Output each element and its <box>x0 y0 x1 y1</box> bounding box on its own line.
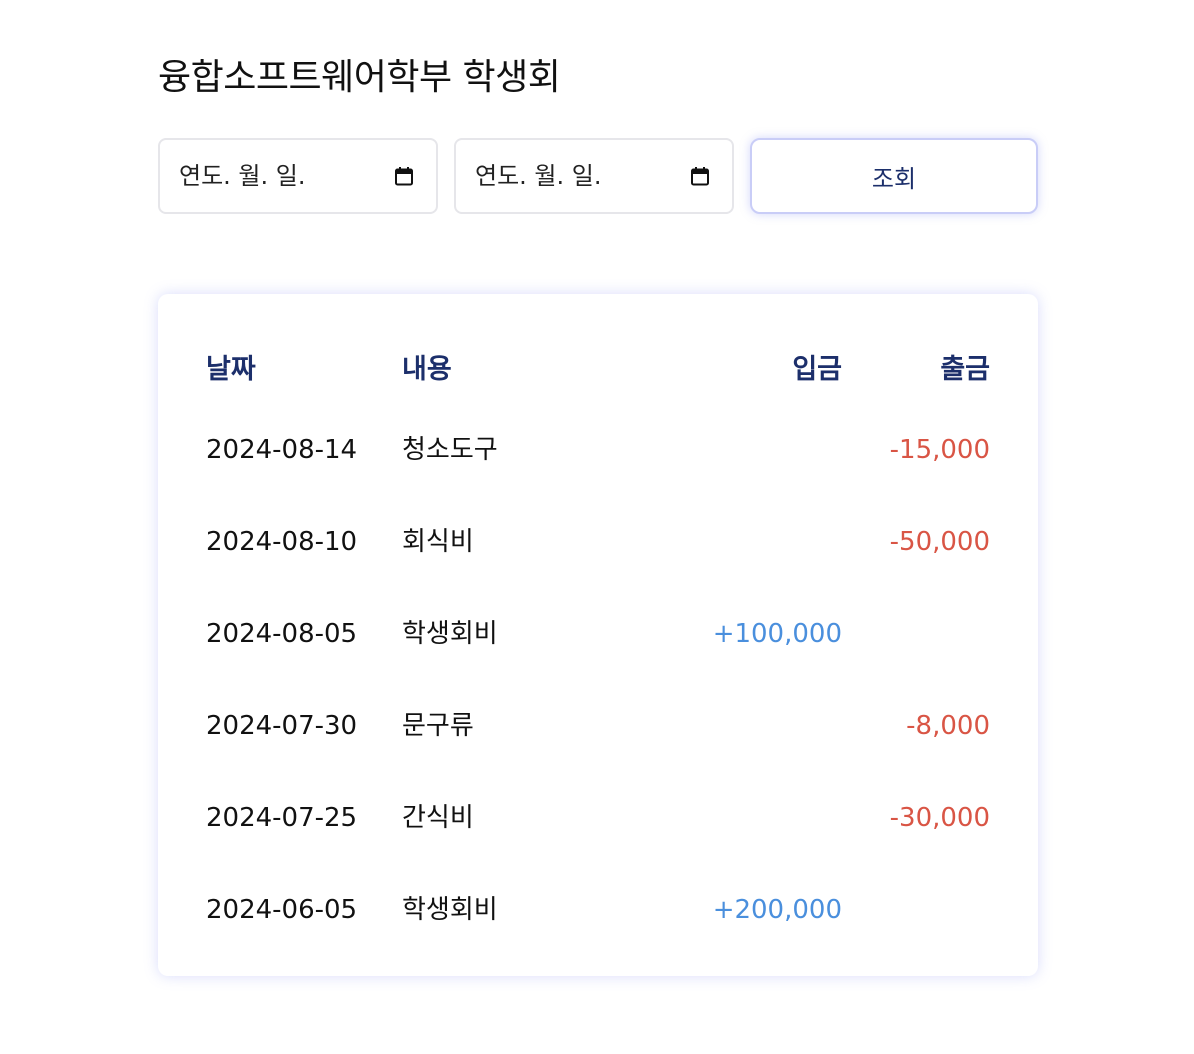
row-date: 2024-08-10 <box>206 527 358 557</box>
table-header: 날짜 내용 입금 출금 <box>206 350 990 390</box>
row-description: 학생회비 <box>402 895 498 925</box>
table-row: 2024-08-05 학생회비 +100,000 <box>206 614 990 654</box>
row-withdrawal: -30,000 <box>889 803 990 833</box>
row-withdrawal: -50,000 <box>889 527 990 557</box>
header-withdrawal: 출금 <box>940 354 990 385</box>
header-deposit: 입금 <box>792 354 842 385</box>
row-description: 청소도구 <box>402 435 498 465</box>
table-row: 2024-08-10 회식비 -50,000 <box>206 522 990 562</box>
row-description: 회식비 <box>402 527 474 557</box>
header-description: 내용 <box>402 354 452 385</box>
table-row: 2024-07-30 문구류 -8,000 <box>206 706 990 746</box>
row-date: 2024-07-25 <box>206 803 358 833</box>
row-date: 2024-06-05 <box>206 895 358 925</box>
page: 융합소프트웨어학부 학생회 연도. 월. 일. 연도. 월. 일. 조회 날짜 <box>0 0 1194 1054</box>
row-deposit: +200,000 <box>712 895 842 925</box>
row-date: 2024-08-14 <box>206 435 358 465</box>
row-deposit: +100,000 <box>712 619 842 649</box>
start-date-placeholder: 연도. 월. 일. <box>179 162 306 190</box>
row-description: 간식비 <box>402 803 474 833</box>
date-filter-bar: 연도. 월. 일. 연도. 월. 일. 조회 <box>158 138 1038 214</box>
table-row: 2024-07-25 간식비 -30,000 <box>206 798 990 838</box>
row-date: 2024-07-30 <box>206 711 358 741</box>
row-withdrawal: -8,000 <box>906 711 990 741</box>
search-button[interactable]: 조회 <box>750 138 1038 214</box>
row-description: 학생회비 <box>402 619 498 649</box>
table-row: 2024-06-05 학생회비 +200,000 <box>206 890 990 930</box>
page-title: 융합소프트웨어학부 학생회 <box>158 57 561 98</box>
ledger-table: 날짜 내용 입금 출금 2024-08-14 청소도구 -15,000 2024… <box>158 294 1038 976</box>
end-date-placeholder: 연도. 월. 일. <box>475 162 602 190</box>
calendar-icon[interactable] <box>690 166 710 186</box>
calendar-icon[interactable] <box>394 166 414 186</box>
start-date-input[interactable]: 연도. 월. 일. <box>158 138 438 214</box>
row-withdrawal: -15,000 <box>889 435 990 465</box>
end-date-input[interactable]: 연도. 월. 일. <box>454 138 734 214</box>
row-date: 2024-08-05 <box>206 619 358 649</box>
table-row: 2024-08-14 청소도구 -15,000 <box>206 430 990 470</box>
header-date: 날짜 <box>206 354 256 385</box>
row-description: 문구류 <box>402 711 474 741</box>
